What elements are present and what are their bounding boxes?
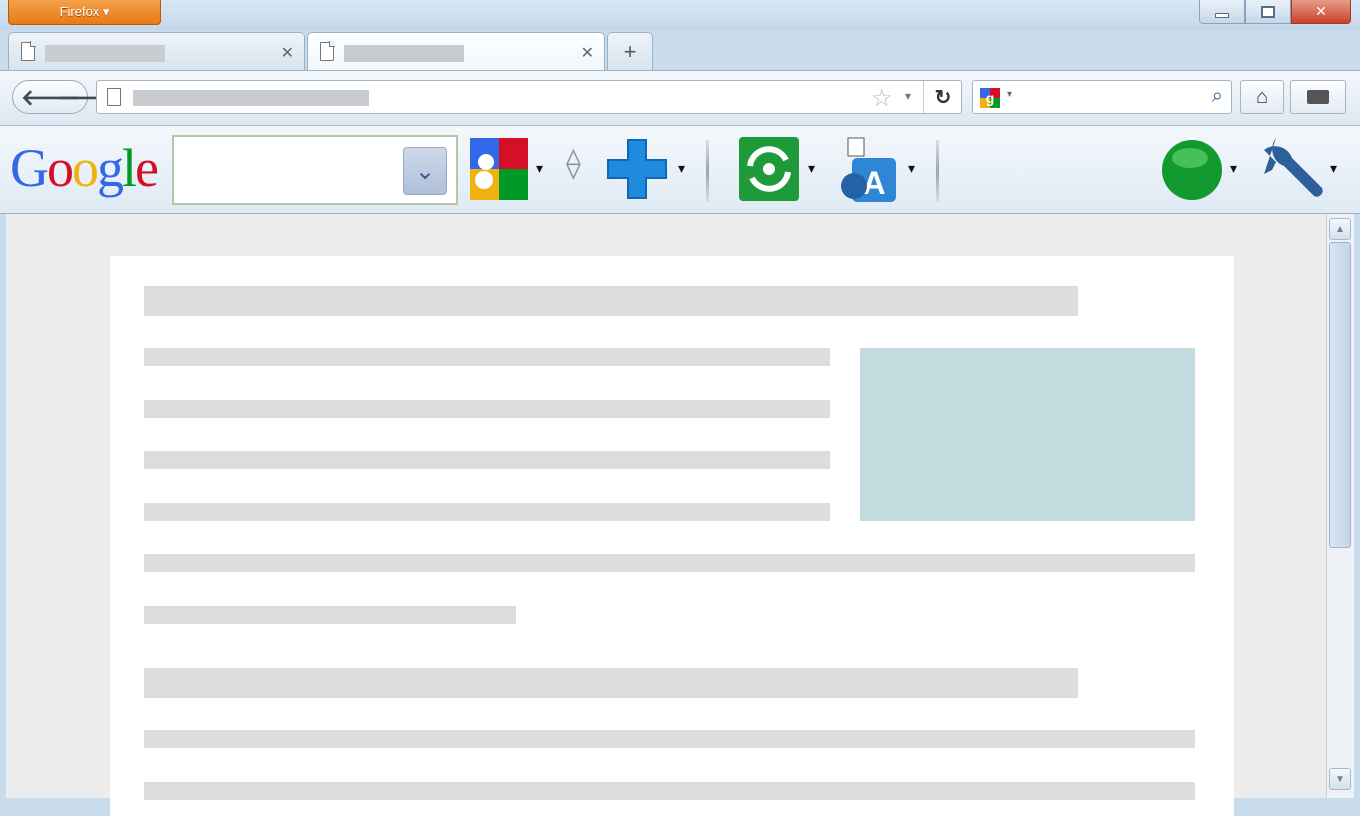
sharing-dropdown-icon[interactable]: ▾ xyxy=(808,160,815,177)
scroll-down-button[interactable]: ▼ xyxy=(1329,768,1351,790)
toolbar-separator xyxy=(706,140,709,202)
status-dot-icon[interactable] xyxy=(1160,136,1222,202)
translate-dropdown-icon[interactable]: ▾ xyxy=(908,160,915,177)
tab-title xyxy=(344,45,464,62)
apps-dropdown-icon[interactable]: ▾ xyxy=(536,160,543,177)
bookmarks-button[interactable] xyxy=(1290,80,1346,114)
text-line-placeholder xyxy=(144,348,830,366)
text-line-placeholder xyxy=(144,606,516,624)
text-line-placeholder xyxy=(144,554,1195,572)
restore-icon xyxy=(1261,5,1275,18)
url-text xyxy=(133,90,369,106)
content-area xyxy=(6,214,1326,816)
plus-dropdown-icon[interactable]: ▾ xyxy=(678,160,685,177)
google-logo[interactable]: Google xyxy=(10,138,159,198)
svg-text:g: g xyxy=(986,90,995,106)
heading-placeholder xyxy=(144,668,1078,698)
google-search-engine-icon[interactable]: g xyxy=(979,87,1001,109)
text-line-placeholder xyxy=(144,730,1195,748)
search-go-icon[interactable]: ⌕ xyxy=(1212,85,1223,108)
back-forward-group: 🡐 🡒 xyxy=(12,80,116,114)
page-icon xyxy=(21,41,36,61)
history-dropdown-icon[interactable]: ▾ xyxy=(905,89,911,103)
translate-icon[interactable]: A xyxy=(836,136,898,202)
minimize-button[interactable] xyxy=(1199,0,1245,24)
firefox-menu-button[interactable]: Firefox ▾ xyxy=(8,0,161,25)
separator-icon: ⟠ xyxy=(566,147,581,180)
image-placeholder xyxy=(860,348,1195,521)
bookmark-star-icon[interactable]: ☆ xyxy=(871,84,893,113)
text-line-placeholder xyxy=(144,451,830,469)
site-identity-icon[interactable] xyxy=(107,88,121,106)
scroll-up-button[interactable]: ▲ xyxy=(1329,218,1351,240)
text-line-placeholder xyxy=(144,400,830,418)
title-bar xyxy=(0,0,1360,30)
engine-dropdown-icon[interactable]: ▾ xyxy=(1007,89,1012,100)
google-search-input[interactable]: ⌄ xyxy=(172,135,458,205)
bookmarks-icon xyxy=(1307,90,1329,104)
google-toolbar: Google ⌄ ▾ ⟠ ▾ ▾ A ▾ ▾ ▾ xyxy=(0,126,1360,214)
search-bar[interactable]: g ▾ ⌕ xyxy=(972,80,1232,114)
heading-placeholder xyxy=(144,286,1078,316)
maximize-button[interactable] xyxy=(1245,0,1291,24)
home-button[interactable]: ⌂ xyxy=(1240,80,1284,114)
navigation-bar: 🡐 🡒 ☆ ▾ ↻ g ▾ ⌕ ⌂ xyxy=(0,70,1360,126)
wrench-icon[interactable] xyxy=(1262,136,1324,202)
minimize-icon xyxy=(1215,13,1229,18)
tab-1[interactable]: ✕ xyxy=(8,32,305,71)
text-line-placeholder xyxy=(144,503,830,521)
sharing-icon[interactable] xyxy=(738,136,800,202)
search-dropdown-button[interactable]: ⌄ xyxy=(403,147,447,195)
page-icon xyxy=(320,41,335,61)
status-dropdown-icon[interactable]: ▾ xyxy=(1230,160,1237,177)
tab-title xyxy=(45,45,165,62)
page-placeholder xyxy=(110,256,1234,816)
google-apps-icon[interactable] xyxy=(468,136,530,202)
text-line-placeholder xyxy=(144,782,1195,800)
tab-2-active[interactable]: ✕ xyxy=(307,32,605,71)
close-tab-icon[interactable]: ✕ xyxy=(281,43,294,63)
vertical-scrollbar[interactable]: ▲ ▼ xyxy=(1326,214,1354,798)
toolbar-separator xyxy=(936,140,939,202)
options-dropdown-icon[interactable]: ▾ xyxy=(1330,160,1337,177)
reload-button[interactable]: ↻ xyxy=(923,81,962,113)
close-tab-icon[interactable]: ✕ xyxy=(581,43,594,63)
close-window-button[interactable]: ✕ xyxy=(1291,0,1351,24)
plus-icon[interactable] xyxy=(606,136,668,202)
scroll-thumb[interactable] xyxy=(1329,242,1351,548)
url-bar[interactable]: ☆ ▾ ↻ xyxy=(96,80,962,114)
new-tab-button[interactable]: + xyxy=(607,32,653,71)
